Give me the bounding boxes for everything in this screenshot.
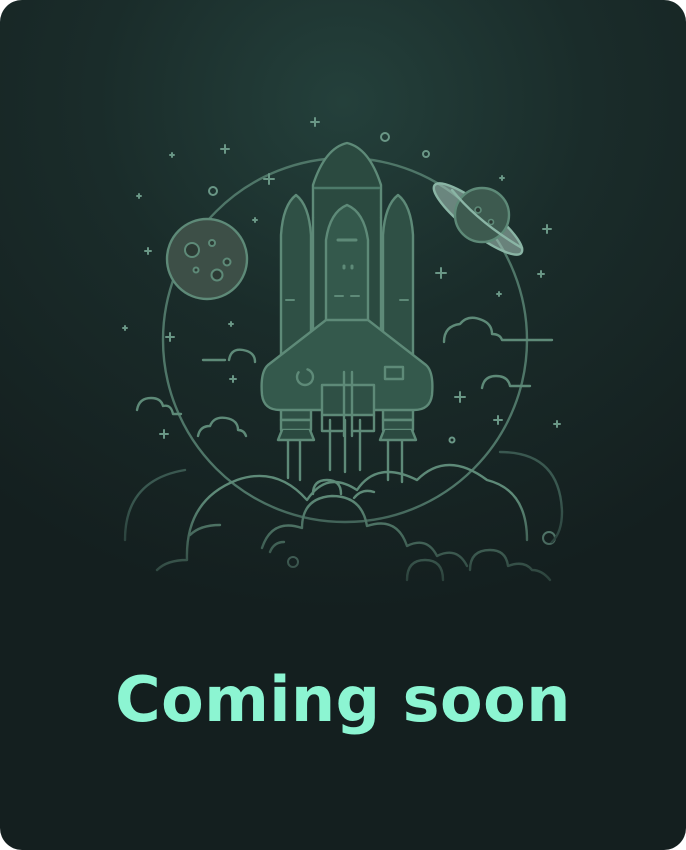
rocket-launch-illustration	[122, 117, 564, 582]
moon-icon	[165, 217, 249, 301]
rocket-icon	[260, 141, 434, 442]
smoke-clouds	[123, 450, 564, 582]
planet-icon	[432, 182, 524, 256]
coming-soon-title: Coming soon	[115, 663, 571, 736]
coming-soon-card: Coming soon	[0, 0, 686, 850]
